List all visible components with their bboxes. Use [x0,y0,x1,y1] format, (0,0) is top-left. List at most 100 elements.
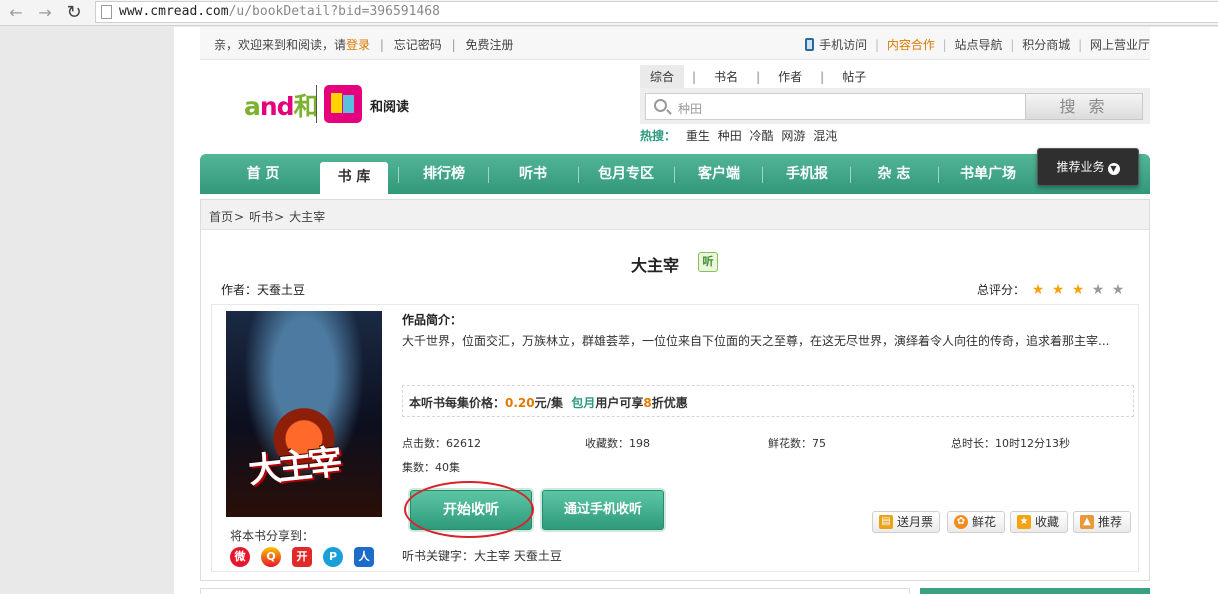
hot-search-item[interactable]: 冷酷 [750,129,774,143]
share-icons: 微Q开P人 [230,547,385,567]
logo-product-name: 和阅读 [370,100,410,115]
points-mall-link[interactable]: 积分商城 [1022,38,1070,52]
online-service-hall-link[interactable]: 网上营业厅 [1090,38,1150,52]
breadcrumb-audiobooks[interactable]: 听书 [249,210,273,224]
start-listening-button[interactable]: 开始收听 [410,490,532,530]
forgot-password-link[interactable]: 忘记密码 [394,38,442,52]
qzone-icon[interactable]: Q [261,547,281,567]
share-label: 将本书分享到： [230,529,315,543]
book-panel: 大主宰 将本书分享到： 微Q开P人 作品简介： 大千世界，位面交汇，万族林立，群… [211,304,1139,572]
star-icon: ★ [1031,282,1045,298]
site-nav-link[interactable]: 站点导航 [955,38,1003,52]
recommend-services-button[interactable]: 推荐业务 ▼ [1037,148,1139,186]
monthly-ticket-button[interactable]: ▤ 送月票 [872,511,940,533]
thumbs-up-icon: ▲ [1080,515,1094,529]
intro-text: 大千世界，位面交汇，万族林立，群雄荟萃，一位位来自下位面的天之至尊，在这无尽世界… [402,334,1110,348]
hot-search-item[interactable]: 重生 [686,129,710,143]
back-arrow-icon[interactable]: ← [6,3,26,23]
top-links: 手机访问 | 内容合作 | 站点导航 | 积分商城 | 网上营业厅 [805,36,1150,53]
book-cover[interactable]: 大主宰 [226,311,382,517]
page-icon [101,5,112,19]
search-button[interactable]: 搜 索 [1025,93,1143,120]
chevron-right-icon: > [234,210,245,224]
search-tabs: 综合 | 书名 | 作者 | 帖子 [640,65,876,88]
book-title: 大主宰 [631,256,680,275]
book-detail: 首页> 听书> 大主宰 大主宰 听 作者：天蚕土豆 总评分： ★ ★ ★ ★ ★ 大主宰 将本… [200,199,1150,581]
nav-monthly[interactable]: 包月专区 [580,154,672,194]
reader-app-icon [324,85,362,123]
chevron-down-icon: ▼ [1107,163,1120,175]
star-icon: ★ [1091,282,1105,298]
breadcrumb: 首页> 听书> 大主宰 [201,200,1149,230]
forward-arrow-icon[interactable]: → [35,3,55,23]
breadcrumb-current: 大主宰 [289,210,326,224]
flower-icon: ✿ [954,515,968,529]
top-bar: 亲，欢迎来到和阅读，请登录 | 忘记密码 | 免费注册 手机访问 | 内容合作 … [200,27,1150,60]
nav-rankings[interactable]: 排行榜 [400,154,488,194]
reload-icon[interactable]: ↻ [64,3,84,23]
favorite-button[interactable]: ★ 收藏 [1010,511,1068,533]
renren-icon[interactable]: 人 [354,547,374,567]
star-icon: ★ [1017,515,1031,529]
price-box: 本听书每集价格：0.20元/集 包月用户可享8折优惠 [402,385,1134,417]
search-tab-title[interactable]: 书名 [704,65,748,88]
logo-divider [316,85,317,123]
cover-title: 大主宰 [246,442,341,492]
nav-home[interactable]: 首 页 [210,154,316,194]
nav-library[interactable]: 书 库 [320,162,388,194]
weibo-icon[interactable]: 微 [230,547,250,567]
address-bar[interactable]: www.cmread.com/u/bookDetail?bid=39659146… [95,1,1218,23]
rating-label: 总评分： [977,283,1026,297]
keywords: 听书关键字：大主宰 天蚕土豆 [402,549,562,563]
headphones-icon: 听 [698,252,718,272]
mobile-access-link[interactable]: 手机访问 [819,38,867,52]
keywords-links[interactable]: 大主宰 天蚕土豆 [474,549,562,563]
monthly-link[interactable]: 包月 [571,396,595,410]
author-line: 作者：天蚕土豆 [221,283,306,297]
hot-search: 热搜： 重生 种田 冷酷 网游 混沌 [640,127,839,144]
ticket-icon: ▤ [879,515,893,529]
episode-count: 集数：40集 [402,461,460,474]
hot-search-item[interactable]: 网游 [781,129,805,143]
nav-audiobooks[interactable]: 听书 [490,154,576,194]
nav-client[interactable]: 客户端 [676,154,762,194]
nav-mobile-paper[interactable]: 手机报 [764,154,850,194]
flower-button[interactable]: ✿ 鲜花 [947,511,1005,533]
price-value: 0.20 [505,396,535,410]
mobile-phone-icon [805,38,815,51]
and-logo: and和 [244,92,319,121]
url-text: www.cmread.com/u/bookDetail?bid=39659146… [119,4,440,19]
recommend-button[interactable]: ▲ 推荐 [1073,511,1131,533]
breadcrumb-home[interactable]: 首页 [209,210,233,224]
nav-booklist[interactable]: 书单广场 [940,154,1036,194]
author-link[interactable]: 天蚕土豆 [257,283,305,297]
star-icon: ★ [1111,282,1125,298]
stat-favorites: 收藏数：198 [585,437,650,450]
search-tab-all[interactable]: 综合 [640,65,685,88]
content-cooperation-link[interactable]: 内容合作 [887,38,935,52]
intro-label: 作品简介： [402,313,463,327]
stat-flowers: 鲜花数：75 [768,437,826,450]
search-tab-author[interactable]: 作者 [768,65,812,88]
listen-on-phone-button[interactable]: 通过手机收听 [542,490,664,530]
search-input[interactable]: 种田 [645,93,1027,120]
stat-clicks: 点击数：62612 [402,437,481,450]
hot-search-label: 热搜： [640,129,677,143]
search-tab-posts[interactable]: 帖子 [832,65,876,88]
main-nav: 首 页 书 库 排行榜 听书 包月专区 客户端 手机报 杂 志 书单广场 [200,154,1150,194]
discount-value: 8 [643,396,652,410]
kaixin-icon[interactable]: 开 [292,547,312,567]
hot-search-item[interactable]: 混沌 [813,129,837,143]
nav-magazine[interactable]: 杂 志 [852,154,936,194]
stat-duration: 总时长：10时12分13秒 [951,437,1070,450]
next-section-box [200,588,910,594]
welcome-area: 亲，欢迎来到和阅读，请登录 | 忘记密码 | 免费注册 [214,38,514,52]
login-link[interactable]: 登录 [346,38,370,52]
chevron-right-icon: > [274,210,285,224]
hot-search-item[interactable]: 种田 [718,129,742,143]
pengyou-icon[interactable]: P [323,547,343,567]
browser-toolbar: ← → ↻ www.cmread.com/u/bookDetail?bid=39… [0,0,1218,26]
site-logo[interactable]: and和 和阅读 [244,85,444,125]
register-link[interactable]: 免费注册 [465,38,513,52]
search-box: 种田 搜 索 [640,88,1150,124]
